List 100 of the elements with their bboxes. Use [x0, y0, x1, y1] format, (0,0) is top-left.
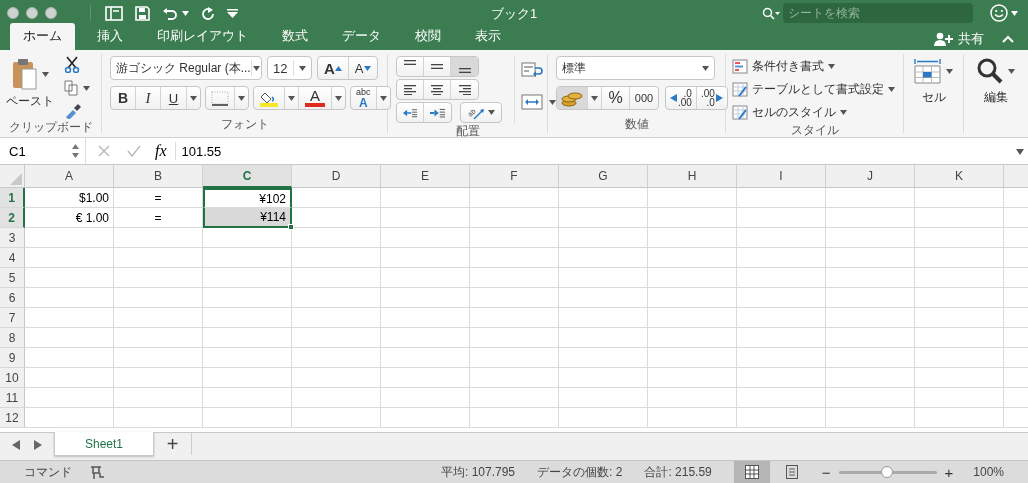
ribbon-tab[interactable]: データ	[330, 23, 393, 50]
scissors-icon[interactable]	[64, 56, 80, 73]
table-cell[interactable]	[25, 368, 114, 388]
dropdown-button[interactable]	[285, 87, 299, 109]
caret-icon[interactable]	[335, 95, 342, 101]
column-header[interactable]: A	[25, 165, 114, 188]
minimize-button[interactable]	[26, 7, 38, 19]
table-cell[interactable]	[915, 208, 1004, 228]
column-header[interactable]: B	[114, 165, 203, 188]
table-cell[interactable]	[826, 248, 915, 268]
table-cell[interactable]	[470, 408, 559, 428]
table-cell[interactable]	[114, 268, 203, 288]
insert-function-button[interactable]: fx	[155, 142, 176, 160]
smiley-icon[interactable]	[990, 4, 1008, 22]
caret-icon[interactable]	[190, 95, 197, 101]
table-cell[interactable]	[381, 188, 470, 208]
column-header[interactable]: D	[292, 165, 381, 188]
table-cell[interactable]	[203, 328, 292, 348]
row-header[interactable]: 3	[0, 228, 25, 248]
table-cell[interactable]	[470, 328, 559, 348]
table-cell[interactable]	[559, 388, 648, 408]
table-cell[interactable]	[826, 368, 915, 388]
table-cell[interactable]	[470, 348, 559, 368]
search-field[interactable]: シートを検索	[783, 3, 973, 23]
caret-icon[interactable]	[83, 85, 90, 91]
table-cell[interactable]	[648, 288, 737, 308]
table-cell[interactable]	[292, 348, 381, 368]
next-sheet-icon[interactable]	[34, 440, 42, 450]
format-as-table-button[interactable]: テーブルとして書式設定	[732, 79, 895, 99]
caret-icon[interactable]	[946, 68, 953, 74]
search-icon[interactable]	[762, 6, 780, 20]
table-cell[interactable]	[470, 188, 559, 208]
table-cell[interactable]	[114, 328, 203, 348]
row-header[interactable]: 8	[0, 328, 25, 348]
zoom-out-button[interactable]: −	[821, 463, 831, 481]
table-cell[interactable]	[203, 368, 292, 388]
table-cell[interactable]	[826, 288, 915, 308]
table-cell[interactable]	[826, 308, 915, 328]
format-painter-icon[interactable]	[64, 103, 82, 119]
table-cell[interactable]	[203, 268, 292, 288]
table-cell[interactable]	[559, 268, 648, 288]
table-cell[interactable]	[915, 288, 1004, 308]
table-cell[interactable]	[915, 228, 1004, 248]
ribbon-tab[interactable]: 数式	[270, 23, 320, 50]
table-cell[interactable]	[737, 248, 826, 268]
table-cell[interactable]	[114, 408, 203, 428]
table-cell[interactable]	[648, 228, 737, 248]
table-cell[interactable]	[381, 408, 470, 428]
table-cell[interactable]	[381, 328, 470, 348]
add-person-icon[interactable]	[934, 31, 954, 47]
table-cell[interactable]	[559, 188, 648, 208]
table-cell[interactable]	[648, 328, 737, 348]
table-cell[interactable]	[826, 268, 915, 288]
underline-button[interactable]: U	[161, 87, 187, 109]
table-cell[interactable]	[470, 208, 559, 228]
table-cell[interactable]	[292, 288, 381, 308]
macro-record-icon[interactable]	[90, 464, 106, 480]
table-cell[interactable]	[559, 328, 648, 348]
table-cell[interactable]	[915, 268, 1004, 288]
font-name-field[interactable]: 游ゴシック Regular (本...	[110, 56, 262, 80]
table-cell[interactable]: ¥102	[203, 188, 292, 208]
ribbon-tab[interactable]: 校閲	[403, 23, 453, 50]
previous-sheet-icon[interactable]	[12, 440, 20, 450]
table-cell[interactable]	[915, 248, 1004, 268]
redo-icon[interactable]	[201, 5, 215, 21]
formula-value[interactable]: 101.55	[181, 143, 222, 159]
table-cell[interactable]	[737, 368, 826, 388]
table-cell[interactable]	[470, 368, 559, 388]
table-cell[interactable]	[915, 308, 1004, 328]
table-cell[interactable]	[648, 268, 737, 288]
table-cell[interactable]	[292, 268, 381, 288]
font-size-field[interactable]: 12	[267, 56, 312, 80]
table-cell[interactable]	[559, 348, 648, 368]
table-cell[interactable]	[559, 288, 648, 308]
increase-decimal-button[interactable]: .0 .00	[666, 87, 697, 109]
column-header[interactable]: H	[648, 165, 737, 188]
table-cell[interactable]	[915, 408, 1004, 428]
zoom-button[interactable]	[45, 7, 57, 19]
table-cell[interactable]	[470, 308, 559, 328]
row-header[interactable]: 7	[0, 308, 25, 328]
table-cell[interactable]	[114, 368, 203, 388]
column-header[interactable]: J	[826, 165, 915, 188]
table-cell[interactable]	[25, 308, 114, 328]
grow-font-button[interactable]: A	[318, 57, 349, 79]
table-cell[interactable]	[381, 228, 470, 248]
expand-icon[interactable]	[1016, 149, 1024, 155]
table-cell[interactable]	[25, 408, 114, 428]
table-cell[interactable]	[114, 308, 203, 328]
table-cell[interactable]	[559, 308, 648, 328]
ribbon-tab[interactable]: 挿入	[85, 23, 135, 50]
table-cell[interactable]: € 1.00	[25, 208, 114, 228]
cell-styles-button[interactable]: セルのスタイル	[732, 102, 847, 122]
caret-icon[interactable]	[41, 71, 49, 77]
table-cell[interactable]	[648, 248, 737, 268]
table-cell[interactable]	[25, 268, 114, 288]
row-header[interactable]: 9	[0, 348, 25, 368]
wrap-text-icon[interactable]	[521, 62, 543, 80]
close-button[interactable]	[7, 7, 19, 19]
table-cell[interactable]	[25, 228, 114, 248]
table-cell[interactable]	[25, 348, 114, 368]
